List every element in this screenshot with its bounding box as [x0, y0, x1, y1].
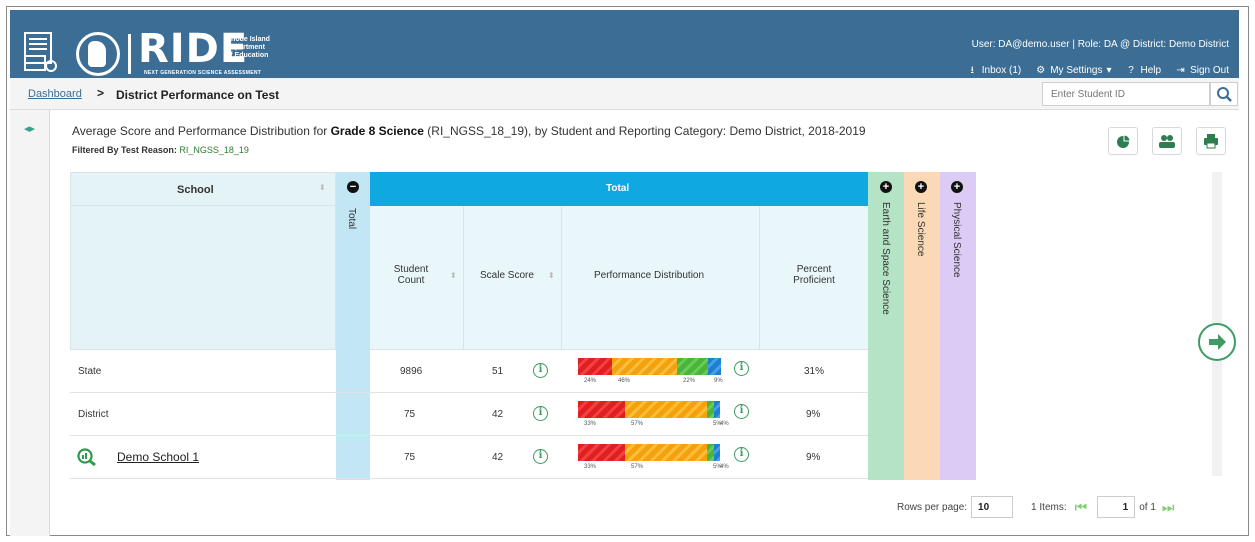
table-row: State 9896 51 i 24% 46% 22% 9% i 31%	[70, 350, 868, 393]
download-tray-icon: ⭳	[970, 65, 975, 76]
performance-bar: 33% 57% 5% 4%	[578, 401, 729, 427]
distribution-info-icon[interactable]: i	[734, 404, 749, 419]
total-group-header: Total	[370, 172, 868, 206]
student-id-search-input[interactable]	[1042, 82, 1210, 106]
expand-earth-space-icon[interactable]: +	[880, 181, 892, 193]
performance-level-1-segment	[578, 401, 625, 418]
performance-level-4-segment	[714, 444, 720, 461]
brand-tagline: NEXT GENERATION SCIENCE ASSESSMENT	[144, 70, 262, 76]
arrow-right-icon	[1209, 334, 1226, 350]
page-number-input[interactable]	[1097, 496, 1136, 518]
rhode-island-state-icon	[76, 32, 120, 76]
my-settings-menu[interactable]: ⚙ My Settings ▾	[1035, 65, 1111, 76]
printer-icon	[1204, 134, 1218, 149]
breadcrumb: Dashboard > District Performance on Test	[10, 78, 1239, 110]
performance-level-1-label: 24%	[584, 378, 597, 384]
sort-icon[interactable]: ⬍	[548, 271, 555, 280]
brand-subtitle: Rhode Island Department of Education	[226, 36, 270, 59]
items-count-label: 1 Items:	[1031, 501, 1067, 513]
table-row: District 75 42 i 33% 57% 5% 4% i 9%	[70, 393, 868, 436]
first-page-icon[interactable]: ⏮	[1075, 499, 1088, 516]
gear-icon: ⚙	[1036, 65, 1046, 76]
category-physical-science: + Physical Science	[940, 172, 976, 480]
student-group-button[interactable]	[1152, 127, 1182, 155]
collapse-total-icon[interactable]: −	[347, 181, 359, 193]
report-filter: Filtered By Test Reason: RI_NGSS_18_19	[72, 145, 249, 155]
last-page-icon[interactable]: ⏭	[1162, 499, 1175, 516]
sort-icon[interactable]: ⬍	[319, 183, 326, 192]
student-count-header[interactable]: Student Count ⬍	[370, 206, 464, 350]
performance-level-1-segment	[578, 444, 625, 461]
score-info-icon[interactable]: i	[533, 363, 548, 378]
ride-document-logo-icon	[24, 32, 57, 72]
help-circle-icon: ?	[1128, 65, 1134, 76]
user-role-info: User: DA@demo.user | Role: DA @ District…	[971, 39, 1229, 50]
report-actions	[1108, 127, 1226, 155]
performance-level-1-label: 33%	[584, 421, 597, 427]
performance-level-3-segment	[707, 444, 714, 461]
distribution-info-icon[interactable]: i	[734, 447, 749, 462]
performance-level-4-segment	[714, 401, 720, 418]
performance-level-1-label: 33%	[584, 464, 597, 470]
sign-out-link[interactable]: ⇥ Sign Out	[1175, 65, 1229, 76]
caret-down-icon: ▾	[1106, 65, 1112, 76]
expand-life-science-icon[interactable]: +	[915, 181, 927, 193]
school-header-spacer	[70, 206, 336, 350]
performance-level-2-segment	[625, 401, 707, 418]
performance-bar: 33% 57% 5% 4%	[578, 444, 729, 470]
zoom-detail-icon[interactable]	[76, 447, 98, 467]
performance-level-2-label: 46%	[618, 378, 631, 384]
scale-score-header[interactable]: Scale Score ⬍	[464, 206, 562, 350]
print-button[interactable]	[1196, 127, 1226, 155]
school-column-header[interactable]: School ⬍	[70, 172, 336, 206]
score-info-icon[interactable]: i	[533, 449, 548, 464]
table-row: Demo School 1 75 42 i 33% 57% 5% 4% i 9%	[70, 436, 868, 479]
performance-level-3-label: 22%	[683, 378, 696, 384]
rows-per-page-input[interactable]	[971, 496, 1014, 518]
pagination: Rows per page: 1 Items: ⏮ of 1 ⏭	[897, 496, 1175, 518]
scroll-right-button[interactable]	[1198, 323, 1236, 361]
page-title: District Performance on Test	[116, 88, 280, 102]
users-icon	[1159, 135, 1175, 148]
category-earth-space-science: + Earth and Space Science	[868, 172, 904, 480]
search-button[interactable]	[1210, 82, 1238, 106]
panel-expand-toggle-icon[interactable]: ◂▸	[24, 122, 35, 135]
sign-out-icon: ⇥	[1176, 65, 1185, 76]
performance-level-2-segment	[625, 444, 707, 461]
top-header: RIDE Rhode Island Department of Educatio…	[10, 10, 1239, 78]
report-title: Average Score and Performance Distributi…	[72, 124, 866, 138]
performance-table: School ⬍ − Total Total Student Count ⬍ S…	[70, 172, 1220, 484]
category-life-science: + Life Science	[904, 172, 940, 480]
breadcrumb-separator: >	[97, 86, 105, 100]
total-pages-label: of 1	[1139, 501, 1156, 513]
inbox-link[interactable]: ⭳ Inbox (1)	[967, 65, 1022, 76]
chart-button[interactable]	[1108, 127, 1138, 155]
performance-bar: 24% 46% 22% 9%	[578, 358, 723, 384]
distribution-info-icon[interactable]: i	[734, 361, 749, 376]
performance-level-4-label: 4%	[720, 464, 729, 470]
performance-level-2-label: 57%	[631, 421, 644, 427]
performance-level-3-segment	[707, 401, 714, 418]
score-info-icon[interactable]: i	[533, 406, 548, 421]
performance-level-1-segment	[578, 358, 612, 375]
logo-divider	[128, 34, 131, 74]
performance-level-3-segment	[677, 358, 708, 375]
rows-per-page-label: Rows per page:	[897, 501, 968, 513]
left-side-panel: ◂▸	[10, 110, 50, 536]
school-link[interactable]: Demo School 1	[117, 450, 199, 464]
performance-distribution-header: Performance Distribution	[562, 206, 760, 350]
pie-chart-icon	[1117, 134, 1131, 148]
search-icon	[1217, 87, 1232, 102]
percent-proficient-header: Percent Proficient	[760, 206, 868, 350]
help-link[interactable]: ? Help	[1126, 65, 1161, 76]
performance-level-2-label: 57%	[631, 464, 644, 470]
breadcrumb-dashboard-link[interactable]: Dashboard	[28, 88, 82, 100]
performance-level-4-label: 9%	[714, 378, 723, 384]
expand-physical-science-icon[interactable]: +	[951, 181, 963, 193]
performance-level-4-segment	[708, 358, 721, 375]
performance-level-2-segment	[612, 358, 677, 375]
performance-level-4-label: 4%	[720, 421, 729, 427]
sort-icon[interactable]: ⬍	[450, 271, 457, 280]
user-menu: ⭳ Inbox (1) ⚙ My Settings ▾ ? Help ⇥ Sig…	[967, 65, 1230, 76]
